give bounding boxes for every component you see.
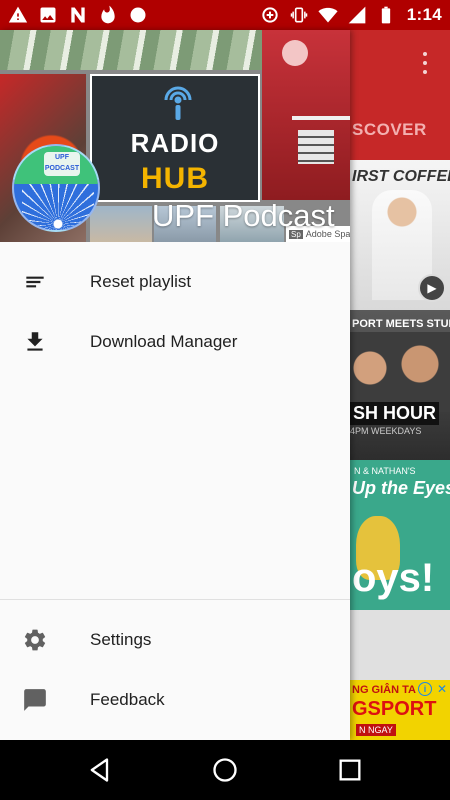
menu-item-label: Download Manager <box>90 332 238 351</box>
card-title: PORT MEETS STUPID <box>352 318 450 330</box>
background-podcast-card: IRST COFFEE ▶ <box>350 160 450 310</box>
system-nav-bar <box>0 740 450 800</box>
menu-item-reset-playlist[interactable]: Reset playlist <box>0 252 350 312</box>
menu-item-label: Settings <box>90 630 152 649</box>
collage-tile-radio-hub: RADIO HUB <box>90 74 260 202</box>
radio-hub-text: HUB <box>141 162 209 195</box>
card-caption: N & NATHAN'S <box>354 466 416 476</box>
collage-tile-city <box>90 206 152 242</box>
signal-icon <box>347 5 367 25</box>
back-button[interactable] <box>84 754 116 786</box>
drawer-divider <box>0 599 350 600</box>
podcast-mic-icon <box>164 86 192 120</box>
fire-icon <box>98 5 118 25</box>
card-artwork <box>350 332 450 412</box>
playlist-icon <box>22 269 48 295</box>
status-bar: 1:14 <box>0 0 450 30</box>
status-left-icons <box>8 5 148 25</box>
download-icon <box>22 329 48 355</box>
drawer-title: UPF Podcast <box>152 198 335 233</box>
home-icon <box>213 758 237 782</box>
circle-icon <box>128 5 148 25</box>
background-app: SCOVER IRST COFFEE ▶ PORT MEETS STUPID S… <box>350 30 450 740</box>
background-podcast-card: N & NATHAN'S Up the Eyes, oys! <box>350 460 450 610</box>
home-button[interactable] <box>209 754 241 786</box>
card-subtitle: oys! <box>352 556 435 600</box>
background-podcast-card: PORT MEETS STUPID SH HOUR 4PM WEEKDAYS <box>350 310 450 460</box>
avatar-text: UPF PODCAST <box>44 152 80 176</box>
ad-info-icon: i <box>418 682 432 696</box>
feedback-icon <box>22 687 48 713</box>
ad-line: NG GIÂN TA <box>352 684 416 696</box>
recents-button[interactable] <box>334 754 366 786</box>
background-toolbar: SCOVER <box>350 30 450 160</box>
play-icon: ▶ <box>418 274 446 302</box>
menu-item-settings[interactable]: Settings <box>0 610 350 670</box>
background-podcast-card <box>350 610 450 680</box>
ad-banner: NG GIÂN TA GSPORT N NGAY i ✕ <box>350 680 450 740</box>
background-tab-discover: SCOVER <box>352 120 427 139</box>
status-right-icons: 1:14 <box>260 5 442 25</box>
collage-tile-studio <box>262 30 350 200</box>
navigation-drawer: RADIO HUB Sp Adobe Spark UPF PODCAST UPF… <box>0 30 350 740</box>
card-title: IRST COFFEE <box>352 168 450 185</box>
battery-icon <box>376 5 396 25</box>
radio-hub-text: RADIO <box>130 128 220 158</box>
warning-icon <box>8 5 28 25</box>
podcast-avatar: UPF PODCAST <box>12 144 100 232</box>
overflow-menu-icon <box>422 52 428 74</box>
n-app-icon <box>68 5 88 25</box>
data-saver-icon <box>260 5 280 25</box>
menu-item-label: Feedback <box>90 690 165 709</box>
drawer-header: RADIO HUB Sp Adobe Spark UPF PODCAST UPF… <box>0 30 350 242</box>
recents-icon <box>339 759 361 781</box>
image-icon <box>38 5 58 25</box>
ad-close-icon: ✕ <box>436 682 447 696</box>
ad-line: GSPORT <box>352 698 437 720</box>
ad-line: N NGAY <box>356 724 396 736</box>
card-title: Up the Eyes, <box>352 478 450 498</box>
gear-icon <box>22 627 48 653</box>
collage-tile-money <box>0 30 262 70</box>
menu-item-download-manager[interactable]: Download Manager <box>0 312 350 372</box>
status-time: 1:14 <box>406 5 442 24</box>
back-icon <box>90 758 109 782</box>
menu-item-label: Reset playlist <box>90 272 192 291</box>
card-caption: 4PM WEEKDAYS <box>350 426 422 436</box>
vibrate-icon <box>289 5 309 25</box>
wifi-icon <box>318 5 338 25</box>
menu-item-feedback[interactable]: Feedback <box>0 670 350 730</box>
card-subtitle: SH HOUR <box>350 402 440 425</box>
